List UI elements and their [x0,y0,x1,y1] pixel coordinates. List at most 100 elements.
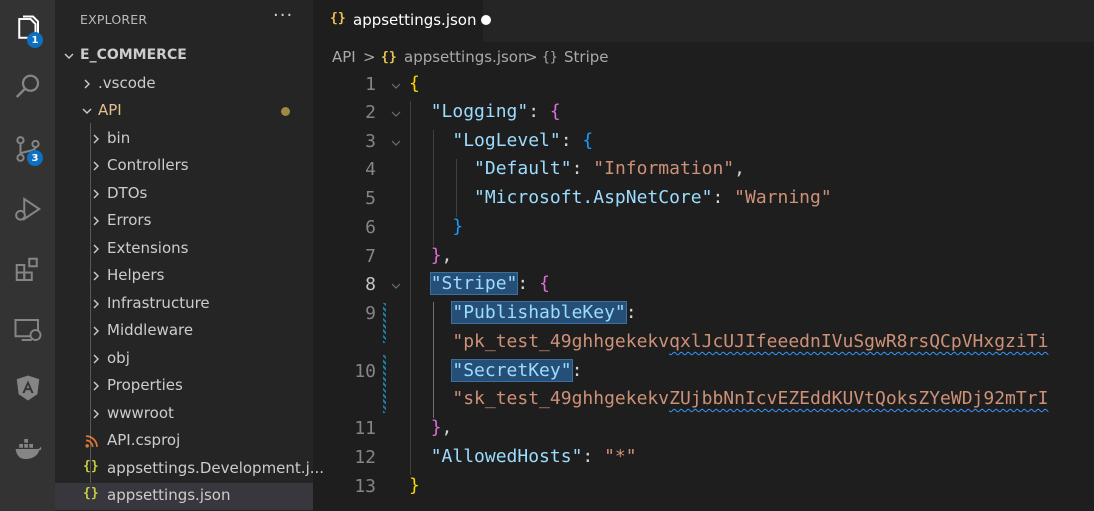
fold-chevron-icon[interactable] [391,138,401,148]
json-file-icon: {} [381,50,397,65]
fold-chevron-icon[interactable] [391,109,401,119]
modified-line-marker [383,355,386,413]
line-number: 2 [365,102,376,123]
tree-item-label: appsettings.json [107,486,231,504]
tree-item-obj[interactable]: obj [55,346,313,373]
workspace-root[interactable]: E_COMMERCE [55,43,313,70]
code-line: "SecretKey": [451,359,583,382]
modified-line-marker [383,303,386,343]
tree-item-errors[interactable]: Errors [55,208,313,235]
tree-item-vscode[interactable]: .vscode [55,71,313,98]
code-line: } [409,475,420,496]
tree-item-properties[interactable]: Properties [55,373,313,400]
line-number: 10 [354,361,376,382]
code-line: "Microsoft.AspNetCore": "Warning" [474,187,832,208]
activity-bar: 1 3 [0,0,55,511]
tree-item-label: wwwroot [107,404,174,422]
unsaved-dot-icon[interactable] [481,15,491,25]
tree-item-controllers[interactable]: Controllers [55,153,313,180]
explorer-button[interactable]: 1 [0,4,55,54]
tree-item-helpers[interactable]: Helpers [55,263,313,290]
search-button[interactable] [0,62,55,112]
tree-item-label: Infrastructure [107,294,210,312]
tree-item-label: DTOs [107,184,148,202]
source-control-badge: 3 [27,150,43,166]
extensions-button[interactable] [0,245,55,295]
json-file-icon: {} [83,486,99,501]
chevron-right-icon [93,161,99,171]
code-line: "Default": "Information", [474,158,745,179]
explorer-panel: EXPLORER ··· E_COMMERCE .vscode API bin … [55,0,324,511]
tree-item-dtos[interactable]: DTOs [55,181,313,208]
code-line: }, [430,417,453,438]
chevron-right-icon [93,381,99,391]
tree-item-infrastructure[interactable]: Infrastructure [55,291,313,318]
run-debug-button[interactable] [0,184,55,234]
tree-item-label: .vscode [98,74,156,92]
code-line: "Logging": { [430,101,561,122]
tree-item-bin[interactable]: bin [55,126,313,153]
breadcrumb-root[interactable]: API [332,48,356,66]
tree-item-appsettings-development[interactable]: {} appsettings.Development.j... [55,456,324,483]
workspace-root-label: E_COMMERCE [80,47,187,63]
line-number: 9 [365,303,376,324]
code-line: "AllowedHosts": "*" [430,446,637,467]
code-line: "LogLevel": { [452,130,594,151]
tree-item-label: Errors [107,211,152,229]
breadcrumb-separator: > [525,48,538,66]
tree-item-label: obj [107,349,130,367]
breadcrumb-separator: > [363,48,376,66]
tab-label: appsettings.json [353,11,477,29]
tree-item-appsettings[interactable]: {} appsettings.json [55,483,313,510]
chevron-right-icon [93,244,99,254]
fold-chevron-icon[interactable] [391,81,401,91]
chevron-right-icon [93,299,99,309]
breadcrumb-file[interactable]: appsettings.json [404,48,528,66]
rss-icon [85,435,98,448]
tree-item-label: bin [107,129,131,147]
tree-item-label: API.csproj [107,431,181,449]
explorer-title: EXPLORER [80,12,148,27]
chevron-down-icon [82,108,92,114]
tree-item-label: API [98,101,122,119]
tab-bar: {} appsettings.json [313,0,1094,42]
tree-item-api[interactable]: API [55,98,313,125]
tree-item-extensions[interactable]: Extensions [55,236,313,263]
explorer-badge: 1 [27,32,43,48]
chevron-right-icon [93,354,99,364]
angular-icon [16,375,39,401]
modified-dot [281,107,290,116]
line-number: 6 [365,217,376,238]
remote-explorer-button[interactable] [0,305,55,355]
tree-item-label: appsettings.Development.j... [107,459,325,477]
chevron-right-icon [93,189,99,199]
tree-item-middleware[interactable]: Middleware [55,318,313,345]
line-number: 1 [365,74,376,95]
remote-explorer-icon [14,319,41,341]
tree-item-label: Extensions [107,239,189,257]
chevron-down-icon [64,53,74,59]
run-debug-icon [14,197,41,221]
breadcrumb-node[interactable]: Stripe [564,48,609,66]
chevron-right-icon [93,271,99,281]
json-file-icon: {} [330,11,346,26]
source-control-button[interactable]: 3 [0,124,55,174]
line-number: 4 [365,159,376,180]
line-number: 7 [365,246,376,267]
fold-chevron-icon[interactable] [391,281,401,291]
chevron-right-icon [93,134,99,144]
angular-button[interactable] [0,363,55,413]
extensions-icon [15,257,38,281]
code-editor[interactable]: 1 2 3 4 5 6 7 8 9 10 11 12 13 { "Logging… [313,72,1094,511]
code-line: "pk_test_49ghhgekekvqxlJcUJIfeeednIVuSgw… [452,331,1049,352]
tree-item-label: Helpers [107,266,165,284]
tab-appsettings[interactable]: {} appsettings.json [313,0,491,42]
code-line: { [409,73,420,94]
tree-item-api-csproj[interactable]: API.csproj [55,428,313,455]
json-file-icon: {} [83,459,99,474]
chevron-right-icon [93,409,99,419]
more-actions-button[interactable]: ··· [273,5,293,26]
tree-item-wwwroot[interactable]: wwwroot [55,401,313,428]
docker-button[interactable] [0,424,55,474]
object-icon: {} [542,50,558,65]
